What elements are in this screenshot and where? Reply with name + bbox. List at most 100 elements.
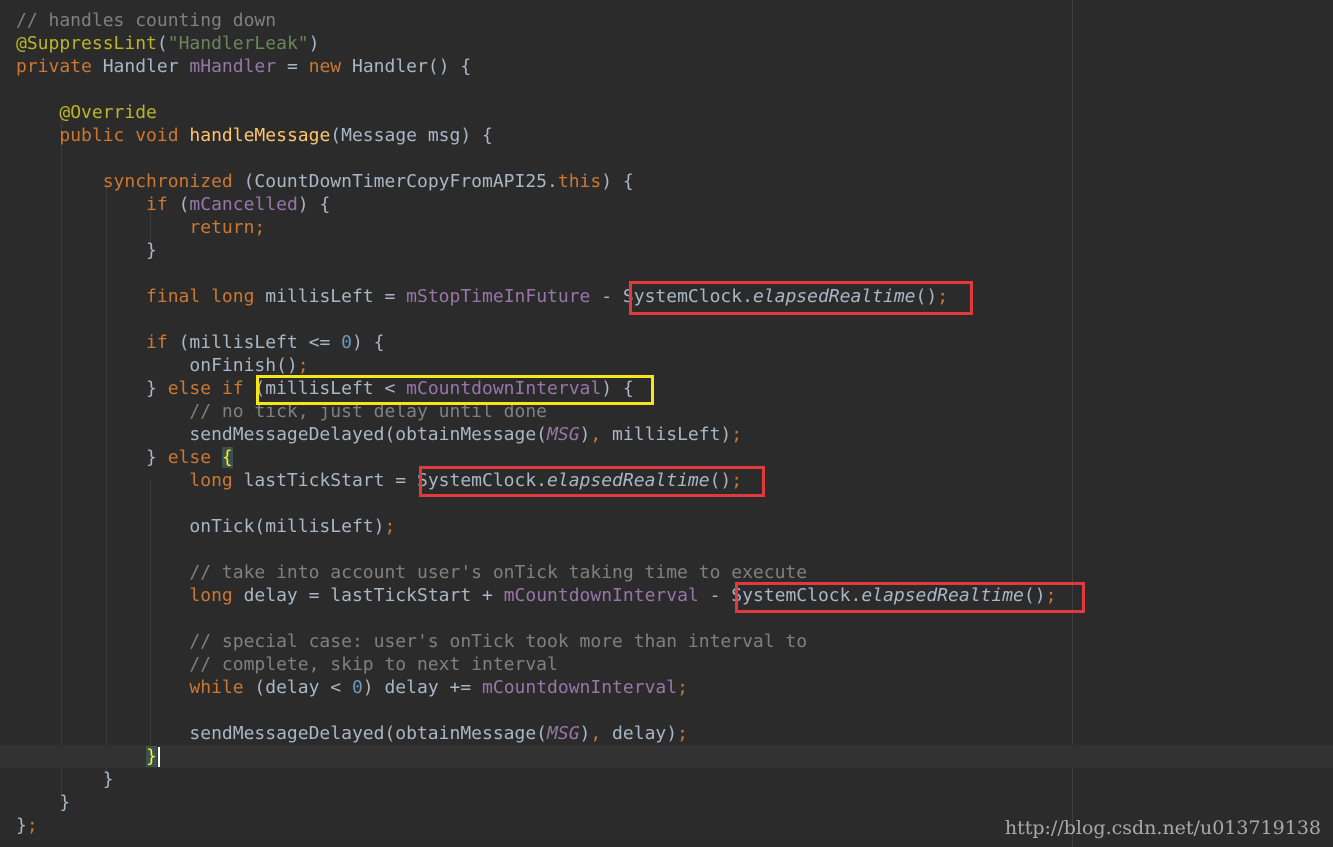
code-token: (CountDownTimerCopyFromAPI25.	[232, 171, 558, 192]
code-token: else	[167, 447, 212, 468]
code-line[interactable]: }	[0, 745, 1333, 768]
code-token: long	[189, 470, 233, 491]
code-line[interactable]: if (mCancelled) {	[0, 193, 1333, 216]
code-line[interactable]: // no tick, just delay until done	[0, 400, 1333, 423]
code-token: ) {	[297, 194, 331, 215]
code-token: if	[146, 194, 168, 215]
code-token: ,	[590, 723, 602, 744]
code-token: 0	[351, 677, 363, 698]
code-token: Handler	[91, 56, 190, 77]
code-line[interactable]: } else if (millisLeft < mCountdownInterv…	[0, 377, 1333, 400]
code-line[interactable]: synchronized (CountDownTimerCopyFromAPI2…	[0, 170, 1333, 193]
code-line[interactable]: @Override	[0, 101, 1333, 124]
code-line[interactable]: sendMessageDelayed(obtainMessage(MSG), m…	[0, 423, 1333, 446]
code-token: (delay <	[243, 677, 352, 698]
code-line[interactable]: private Handler mHandler = new Handler()…	[0, 55, 1333, 78]
code-token: ;	[384, 516, 396, 537]
code-token: mCountdownInterval	[482, 677, 678, 698]
code-line[interactable]: @SuppressLint("HandlerLeak")	[0, 32, 1333, 55]
code-token: {	[221, 447, 233, 468]
code-token: ;	[297, 355, 309, 376]
highlight-box-elapsed-realtime-1	[629, 281, 973, 315]
code-line[interactable]	[0, 147, 1333, 170]
code-line[interactable]: while (delay < 0) delay += mCountdownInt…	[0, 676, 1333, 699]
code-token: =	[276, 56, 309, 77]
code-token: // take into account user's onTick takin…	[189, 562, 808, 583]
watermark-text: http://blog.csdn.net/u013719138	[1004, 817, 1321, 839]
code-token: public void	[59, 125, 190, 146]
code-token: @SuppressLint	[16, 33, 157, 54]
code-line[interactable]: onTick(millisLeft);	[0, 515, 1333, 538]
code-token: // complete, skip to next interval	[189, 654, 558, 675]
code-token: Handler() {	[341, 56, 472, 77]
code-token: (millisLeft <=	[167, 332, 342, 353]
code-line[interactable]	[0, 699, 1333, 722]
code-token: )	[579, 424, 591, 445]
code-token: ,	[590, 424, 602, 445]
code-token: (	[167, 194, 190, 215]
code-line[interactable]: }	[0, 239, 1333, 262]
code-token: 0	[341, 332, 352, 353]
code-token: this	[557, 171, 602, 192]
code-line[interactable]: // take into account user's onTick takin…	[0, 561, 1333, 584]
code-line[interactable]	[0, 607, 1333, 630]
code-line[interactable]: long delay = lastTickStart + mCountdownI…	[0, 584, 1333, 607]
code-line[interactable]: sendMessageDelayed(obtainMessage(MSG), d…	[0, 722, 1333, 745]
code-token: @Override	[59, 102, 157, 123]
code-token: }	[16, 769, 114, 790]
code-token: ;	[26, 815, 38, 836]
code-token: while	[189, 677, 244, 698]
code-token: // handles counting down	[16, 10, 277, 31]
code-token: ) {	[351, 332, 385, 353]
code-token: ;	[731, 424, 743, 445]
code-token: (	[156, 33, 168, 54]
code-line[interactable]: // handles counting down	[0, 9, 1333, 32]
code-line[interactable]: public void handleMessage(Message msg) {	[0, 124, 1333, 147]
highlight-box-elapsed-realtime-3	[735, 582, 1085, 613]
code-editor[interactable]: // handles counting down @SuppressLint("H…	[0, 0, 1333, 847]
code-line[interactable]	[0, 538, 1333, 561]
code-line[interactable]: if (millisLeft <= 0) {	[0, 331, 1333, 354]
code-line[interactable]: }	[0, 791, 1333, 814]
code-line[interactable]: onFinish();	[0, 354, 1333, 377]
code-token: delay = lastTickStart +	[232, 585, 504, 606]
code-line[interactable]: }	[0, 768, 1333, 791]
code-token: millisLeft)	[601, 424, 732, 445]
code-token: "HandlerLeak"	[167, 33, 309, 54]
code-token: MSG	[547, 424, 580, 445]
code-token: }	[16, 792, 71, 813]
code-token: long	[189, 585, 233, 606]
code-token: mStopTimeInFuture	[406, 286, 591, 307]
code-token: delay)	[601, 723, 678, 744]
code-token: millisLeft =	[265, 286, 407, 307]
code-token: }	[16, 815, 27, 836]
code-token: private	[16, 56, 92, 77]
code-line[interactable]: return;	[0, 216, 1333, 239]
code-token: )	[308, 33, 320, 54]
code-token: final long	[146, 286, 266, 307]
code-token: ;	[677, 723, 688, 744]
code-token: if	[146, 332, 168, 353]
highlight-box-elapsed-realtime-2	[419, 466, 765, 497]
code-token: new	[308, 56, 342, 77]
code-token: return;	[189, 217, 266, 238]
code-line[interactable]: // special case: user's onTick took more…	[0, 630, 1333, 653]
code-line[interactable]	[0, 78, 1333, 101]
code-token: ;	[677, 677, 688, 698]
text-caret	[157, 747, 160, 767]
code-token: mCountdownInterval	[503, 585, 699, 606]
code-token: }	[16, 447, 168, 468]
code-line[interactable]: // complete, skip to next interval	[0, 653, 1333, 676]
